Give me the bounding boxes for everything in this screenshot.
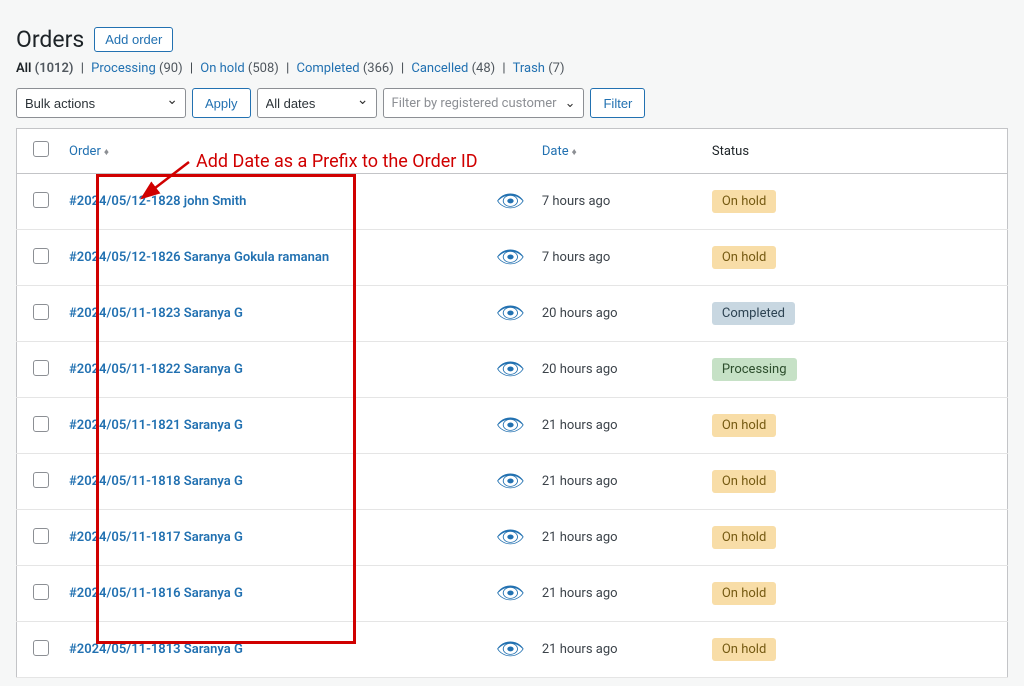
status-badge: On hold (712, 638, 776, 661)
status-badge: On hold (712, 470, 776, 493)
customer-filter-select[interactable]: Filter by registered customer ⌄ (383, 88, 585, 118)
order-date-text: 7 hours ago (542, 250, 610, 265)
preview-column-header (489, 129, 532, 174)
page-wrapper: Orders Add order All (1012) | Processing… (16, 26, 1008, 678)
select-all-header (17, 129, 60, 174)
order-link[interactable]: #2024/05/12-1826 Saranya Gokula ramanan (69, 250, 329, 265)
eye-icon[interactable]: 👁 (496, 191, 526, 212)
order-date-text: 21 hours ago (542, 530, 618, 545)
status-badge: On hold (712, 526, 776, 549)
customer-filter-placeholder: Filter by registered customer (392, 96, 557, 111)
eye-icon[interactable]: 👁 (496, 527, 526, 548)
row-checkbox[interactable] (33, 584, 49, 600)
sort-icon: ♦ (572, 147, 577, 158)
apply-button[interactable]: Apply (192, 88, 251, 118)
eye-icon[interactable]: 👁 (496, 247, 526, 268)
row-checkbox[interactable] (33, 304, 49, 320)
page-title: Orders (16, 26, 84, 53)
order-link[interactable]: #2024/05/11-1817 Saranya G (69, 530, 243, 545)
row-checkbox[interactable] (33, 416, 49, 432)
bulk-actions-select[interactable]: Bulk actions (16, 88, 186, 118)
table-row[interactable]: #2024/05/11-1817 Saranya G 👁 21 hours ago O… (17, 510, 1008, 566)
bulk-actions-wrap: Bulk actions (16, 88, 186, 118)
status-badge: On hold (712, 190, 776, 213)
row-checkbox[interactable] (33, 472, 49, 488)
table-row[interactable]: #2024/05/11-1821 Saranya G 👁 21 hours ago O… (17, 398, 1008, 454)
eye-icon[interactable]: 👁 (496, 471, 526, 492)
sort-icon: ♦ (104, 147, 109, 158)
order-date-text: 21 hours ago (542, 418, 618, 433)
date-filter-select[interactable]: All dates (257, 88, 377, 118)
status-badge: Processing (712, 358, 797, 381)
orders-table: Order♦ Date♦ Status #2024/05/12-1828 joh… (16, 128, 1008, 678)
filter-completed[interactable]: Completed (366) (296, 61, 393, 76)
filter-button[interactable]: Filter (590, 88, 645, 118)
order-date-text: 21 hours ago (542, 642, 618, 657)
row-checkbox[interactable] (33, 528, 49, 544)
row-checkbox[interactable] (33, 192, 49, 208)
eye-icon[interactable]: 👁 (496, 303, 526, 324)
row-checkbox[interactable] (33, 640, 49, 656)
toolbar: Bulk actions Apply All dates Filter by r… (16, 88, 1008, 118)
table-header-row: Order♦ Date♦ Status (17, 129, 1008, 174)
select-all-checkbox[interactable] (33, 141, 49, 157)
table-row[interactable]: #2024/05/12-1828 john Smith 👁 7 hours ago O… (17, 174, 1008, 230)
row-checkbox[interactable] (33, 360, 49, 376)
filter-all[interactable]: All (1012) (16, 61, 73, 76)
status-badge: On hold (712, 246, 776, 269)
filter-cancelled[interactable]: Cancelled (48) (411, 61, 495, 76)
date-filter-wrap: All dates (257, 88, 377, 118)
status-badge: On hold (712, 414, 776, 437)
date-column-header[interactable]: Date♦ (532, 129, 702, 174)
eye-icon[interactable]: 👁 (496, 583, 526, 604)
eye-icon[interactable]: 👁 (496, 359, 526, 380)
order-date-text: 7 hours ago (542, 194, 610, 209)
eye-icon[interactable]: 👁 (496, 639, 526, 660)
order-link[interactable]: #2024/05/11-1818 Saranya G (69, 474, 243, 489)
row-checkbox[interactable] (33, 248, 49, 264)
order-date-text: 20 hours ago (542, 362, 618, 377)
order-date-text: 21 hours ago (542, 586, 618, 601)
filter-processing[interactable]: Processing (90) (91, 61, 182, 76)
annotation-label: Add Date as a Prefix to the Order ID (196, 151, 478, 172)
order-link[interactable]: #2024/05/11-1813 Saranya G (69, 642, 243, 657)
order-link[interactable]: #2024/05/11-1823 Saranya G (69, 306, 243, 321)
add-order-button[interactable]: Add order (94, 27, 173, 52)
order-link[interactable]: #2024/05/11-1816 Saranya G (69, 586, 243, 601)
status-filter-bar: All (1012) | Processing (90) | On hold (… (16, 61, 1008, 76)
table-row[interactable]: #2024/05/12-1826 Saranya Gokula ramanan 👁… (17, 230, 1008, 286)
table-row[interactable]: #2024/05/11-1816 Saranya G 👁 21 hours ago O… (17, 566, 1008, 622)
table-row[interactable]: #2024/05/11-1813 Saranya G 👁 21 hours ago O… (17, 622, 1008, 678)
order-date-text: 20 hours ago (542, 306, 618, 321)
order-link[interactable]: #2024/05/11-1821 Saranya G (69, 418, 243, 433)
page-header: Orders Add order (16, 26, 1008, 53)
chevron-down-icon: ⌄ (565, 96, 576, 111)
order-link[interactable]: #2024/05/12-1828 john Smith (69, 194, 246, 209)
filter-trash[interactable]: Trash (7) (513, 61, 565, 76)
table-row[interactable]: #2024/05/11-1818 Saranya G 👁 21 hours ago O… (17, 454, 1008, 510)
eye-icon[interactable]: 👁 (496, 415, 526, 436)
status-badge: Completed (712, 302, 795, 325)
filter-on-hold[interactable]: On hold (508) (200, 61, 279, 76)
order-link[interactable]: #2024/05/11-1822 Saranya G (69, 362, 243, 377)
status-badge: On hold (712, 582, 776, 605)
table-row[interactable]: #2024/05/11-1822 Saranya G 👁 20 hours ago P… (17, 342, 1008, 398)
status-column-header: Status (702, 129, 1008, 174)
order-date-text: 21 hours ago (542, 474, 618, 489)
table-row[interactable]: #2024/05/11-1823 Saranya G 👁 20 hours ago C… (17, 286, 1008, 342)
